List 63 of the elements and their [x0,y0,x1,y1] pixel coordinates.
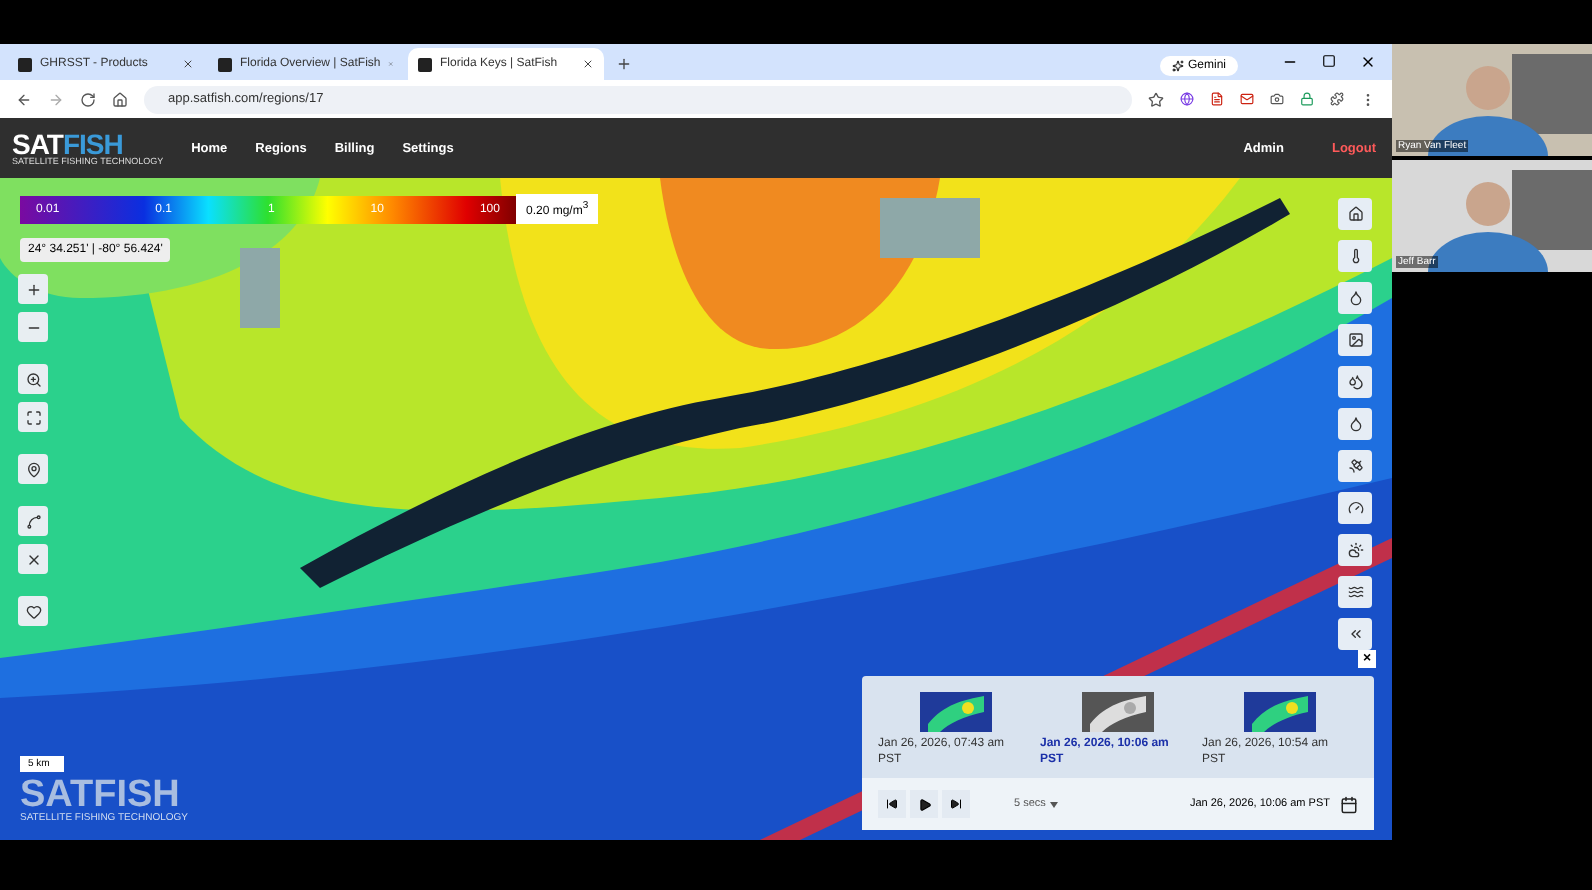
close-icon [182,58,194,70]
zoom-box-button[interactable] [18,364,48,394]
puzzle-icon[interactable] [1330,92,1344,106]
caret-icon [1049,801,1058,807]
marker-icon [25,461,41,477]
close-icon[interactable] [1360,54,1376,70]
clear-icon [25,551,41,567]
next-button[interactable] [942,790,970,818]
cloud-sun-icon [1347,542,1363,558]
bookmark-icon[interactable] [1148,91,1164,107]
previous-button[interactable] [878,790,906,818]
skip-back-icon [886,798,898,810]
thermometer-button[interactable] [1338,240,1372,272]
home-button[interactable] [1338,198,1372,230]
satellite-icon [1347,458,1363,474]
thermometer-icon [1347,248,1363,264]
image-icon [1347,332,1363,348]
image-button[interactable] [1338,324,1372,356]
route-button[interactable] [18,506,48,536]
satellite-button[interactable] [1338,450,1372,482]
sparkle-icon [1171,60,1184,72]
fullscreen-button[interactable] [18,402,48,432]
droplets-icon [1347,374,1363,390]
favicon-icon [218,57,232,71]
lock-icon[interactable] [1300,92,1314,106]
home-icon [1347,206,1363,222]
waves-icon [1347,584,1363,600]
gauge-button[interactable] [1338,492,1372,524]
droplet-icon [1347,416,1363,432]
new-tab-icon[interactable] [616,56,632,72]
favicon-icon [18,57,32,71]
marker-button[interactable] [18,454,48,484]
maximize-icon[interactable] [1322,54,1336,68]
favorite-icon [25,603,41,619]
close-icon [582,58,594,70]
play-icon [917,797,931,811]
fullscreen-icon [25,409,41,425]
gauge-icon [1347,500,1363,516]
cloud-sun-button[interactable] [1338,534,1372,566]
droplet-icon [1347,290,1363,306]
chevrons-left-icon [1347,626,1363,642]
zoom-in-button[interactable] [18,274,48,304]
camera-icon[interactable] [1270,92,1284,106]
chevrons-left-button[interactable] [1338,618,1372,650]
route-icon [25,513,41,529]
back-icon[interactable] [16,91,32,107]
calendar-icon[interactable] [1340,795,1358,813]
document-icon[interactable] [1210,92,1224,106]
droplet-button[interactable] [1338,282,1372,314]
zoom-out-button[interactable] [18,312,48,342]
home-icon[interactable] [112,91,128,107]
zoom-box-icon [25,371,41,387]
play-button[interactable] [910,790,938,818]
favicon-icon [418,57,432,71]
droplets-button[interactable] [1338,366,1372,398]
waves-button[interactable] [1338,576,1372,608]
extension-icon[interactable] [1180,92,1194,106]
droplet-button[interactable] [1338,408,1372,440]
skip-forward-icon [950,798,962,810]
mail-icon[interactable] [1240,92,1254,106]
reload-icon[interactable] [80,91,96,107]
zoom-in-icon [25,281,41,297]
favorite-button[interactable] [18,596,48,626]
